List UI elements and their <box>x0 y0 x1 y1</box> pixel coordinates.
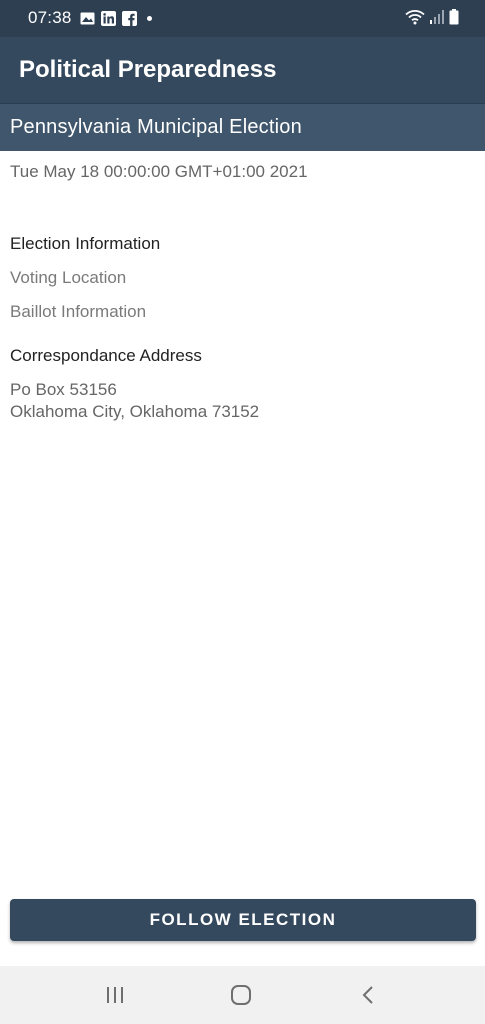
gallery-icon <box>80 11 95 26</box>
status-bar: 07:38 <box>0 0 485 37</box>
app-title: Political Preparedness <box>19 56 277 83</box>
address-line-1: Po Box 53156 <box>10 380 117 399</box>
linkedin-icon <box>101 11 116 26</box>
election-information-heading: Election Information <box>10 234 161 253</box>
recents-icon[interactable] <box>102 983 128 1007</box>
ballot-information-link[interactable]: Baillot Information <box>10 302 146 322</box>
wifi-icon <box>405 9 425 30</box>
election-header: Pennsylvania Municipal Election <box>0 103 485 151</box>
notification-dot-icon <box>147 16 152 21</box>
app-bar: Political Preparedness <box>0 37 485 103</box>
back-icon[interactable] <box>355 983 381 1007</box>
status-system-icons <box>405 9 459 30</box>
home-icon[interactable] <box>228 983 254 1007</box>
battery-icon <box>449 9 459 30</box>
correspondence-address-heading: Correspondance Address <box>10 346 202 365</box>
election-detail-screen: 07:38 Political Preparedness Pennsylvani… <box>0 0 485 1024</box>
status-time: 07:38 <box>28 8 72 27</box>
signal-icon <box>430 10 444 29</box>
follow-election-button[interactable]: FOLLOW ELECTION <box>10 899 476 941</box>
status-notification-icons <box>80 10 152 27</box>
address-line-2: Oklahoma City, Oklahoma 73152 <box>10 402 260 421</box>
voting-location-link[interactable]: Voting Location <box>10 268 126 288</box>
navigation-bar <box>0 966 485 1024</box>
election-date: Tue May 18 00:00:00 GMT+01:00 2021 <box>10 162 308 181</box>
election-name: Pennsylvania Municipal Election <box>10 116 302 138</box>
facebook-icon <box>122 11 137 26</box>
